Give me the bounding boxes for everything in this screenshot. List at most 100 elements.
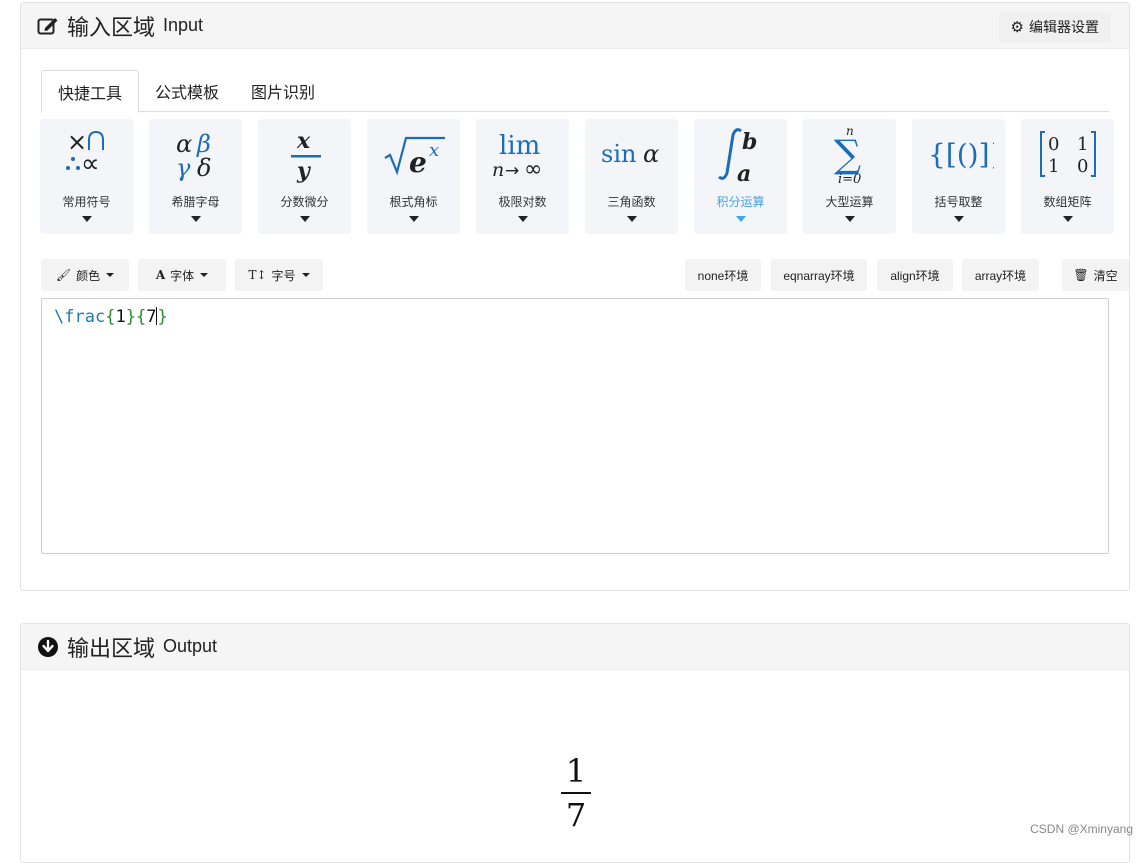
align-env-label: align环境 <box>890 267 939 284</box>
eqnarray-env-button[interactable]: eqnarray环境 <box>771 259 867 291</box>
caret-down-icon <box>200 273 208 277</box>
svg-text:x: x <box>296 128 311 154</box>
tool-label: 三角函数 <box>607 193 655 210</box>
array-env-button[interactable]: array环境 <box>962 259 1039 291</box>
latex-brace: { <box>136 307 146 327</box>
svg-text:1: 1 <box>1048 156 1059 177</box>
tab-label: 图片识别 <box>251 79 315 103</box>
brush-icon: 🖌 <box>56 268 71 282</box>
tool-integral[interactable]: b a 积分运算 <box>694 119 787 234</box>
trash-icon: 🗑 <box>1073 268 1088 282</box>
tool-label: 极限对数 <box>498 193 546 210</box>
latex-arg: 1 <box>115 307 125 327</box>
input-panel: 输入区域 Input ⚙ 编辑器设置 快捷工具 公式模板 图片识别 × ∝ 常用… <box>20 2 1130 591</box>
svg-text:0: 0 <box>1048 134 1059 155</box>
tool-fraction-derivative[interactable]: x y 分数微分 <box>258 119 351 234</box>
clear-label: 清空 <box>1094 267 1118 284</box>
svg-text:y: y <box>296 158 312 184</box>
tool-brackets[interactable]: {[()]} 括号取整 <box>912 119 1005 234</box>
tool-greek-letters[interactable]: α β γ δ 希腊字母 <box>149 119 242 234</box>
text-height-icon: T↕ <box>248 268 266 282</box>
caret-down-icon <box>1063 216 1073 222</box>
font-button[interactable]: A 字体 <box>138 259 226 291</box>
svg-text:δ: δ <box>197 154 211 182</box>
svg-text:∝: ∝ <box>81 149 100 179</box>
tab-label: 公式模板 <box>155 79 219 103</box>
fraction-icon: x y <box>258 119 351 189</box>
limit-icon: lim n → ∞ <box>476 119 569 189</box>
editor-settings-button[interactable]: ⚙ 编辑器设置 <box>999 12 1111 42</box>
font-size-label: 字号 <box>272 267 296 284</box>
output-panel: 输出区域 Output 1 7 <box>20 623 1130 863</box>
tool-label: 大型运算 <box>825 193 873 210</box>
latex-arg: 7 <box>146 307 156 327</box>
tool-label: 根式角标 <box>389 193 437 210</box>
greek-letters-icon: α β γ δ <box>149 119 242 189</box>
tool-label: 括号取整 <box>934 193 982 210</box>
fraction-numerator: 1 <box>561 752 591 790</box>
rendered-fraction: 1 7 <box>561 752 591 834</box>
tool-matrix[interactable]: 0 1 1 0 数组矩阵 <box>1021 119 1114 234</box>
tool-label: 积分运算 <box>716 193 764 210</box>
quick-tools: × ∝ 常用符号 α β γ δ 希腊字母 <box>40 119 1114 234</box>
svg-text:e: e <box>409 146 427 179</box>
input-title-en: Input <box>163 15 203 36</box>
edit-icon <box>37 16 59 36</box>
svg-text:α: α <box>643 140 659 168</box>
align-env-button[interactable]: align环境 <box>877 259 953 291</box>
output-title: 输出区域 <box>67 631 155 663</box>
svg-text:{[()]}: {[()]} <box>928 138 994 171</box>
svg-text:∞: ∞ <box>524 157 542 182</box>
common-symbols-icon: × ∝ <box>40 119 133 189</box>
svg-text:γ: γ <box>176 154 191 182</box>
font-size-button[interactable]: T↕ 字号 <box>235 259 323 291</box>
caret-down-icon <box>191 216 201 222</box>
caret-down-icon <box>300 216 310 222</box>
caret-down-icon <box>518 216 528 222</box>
none-env-button[interactable]: none环境 <box>685 259 761 291</box>
svg-text:i=0: i=0 <box>838 172 861 187</box>
latex-brace: } <box>126 307 136 327</box>
tool-common-symbols[interactable]: × ∝ 常用符号 <box>40 119 133 234</box>
color-button[interactable]: 🖌 颜色 <box>41 259 129 291</box>
latex-command: \frac <box>54 307 105 327</box>
tool-tabs: 快捷工具 公式模板 图片识别 <box>41 70 1109 112</box>
circle-arrow-down-icon <box>37 636 59 658</box>
tool-limit-log[interactable]: lim n → ∞ 极限对数 <box>476 119 569 234</box>
latex-brace: } <box>157 307 167 327</box>
trig-icon: sin α <box>585 119 678 189</box>
fraction-bar <box>561 792 591 794</box>
root-icon: e x <box>367 119 460 189</box>
svg-text:0: 0 <box>1077 156 1088 177</box>
font-label: 字体 <box>170 267 194 284</box>
clear-button[interactable]: 🗑 清空 <box>1062 259 1129 291</box>
latex-editor[interactable]: \frac{1}{7} <box>41 298 1109 554</box>
tab-image-recognition[interactable]: 图片识别 <box>235 70 331 112</box>
watermark: CSDN @Xminyang <box>1030 822 1133 836</box>
svg-text:n: n <box>492 159 504 181</box>
output-title-en: Output <box>163 636 217 657</box>
tab-quick-tools[interactable]: 快捷工具 <box>41 70 139 113</box>
caret-down-icon <box>106 273 114 277</box>
matrix-icon: 0 1 1 0 <box>1021 119 1114 189</box>
gear-icon: ⚙ <box>1011 18 1024 36</box>
latex-brace: { <box>105 307 115 327</box>
svg-text:1: 1 <box>1077 134 1088 155</box>
integral-icon: b a <box>694 119 787 189</box>
svg-text:sin: sin <box>601 140 636 168</box>
sum-icon: n ∑ i=0 <box>803 119 896 189</box>
output-panel-header: 输出区域 Output <box>21 624 1129 670</box>
tool-trig-functions[interactable]: sin α 三角函数 <box>585 119 678 234</box>
svg-text:a: a <box>737 161 751 185</box>
caret-down-icon <box>82 216 92 222</box>
tool-root-script[interactable]: e x 根式角标 <box>367 119 460 234</box>
input-panel-header: 输入区域 Input ⚙ 编辑器设置 <box>21 3 1129 49</box>
editor-settings-label: 编辑器设置 <box>1029 17 1099 37</box>
array-env-label: array环境 <box>975 267 1026 284</box>
tab-label: 快捷工具 <box>58 80 122 104</box>
tab-formula-templates[interactable]: 公式模板 <box>139 70 235 112</box>
tool-large-operators[interactable]: n ∑ i=0 大型运算 <box>803 119 896 234</box>
input-title: 输入区域 <box>67 10 155 42</box>
none-env-label: none环境 <box>698 267 749 284</box>
tool-label: 希腊字母 <box>171 193 219 210</box>
